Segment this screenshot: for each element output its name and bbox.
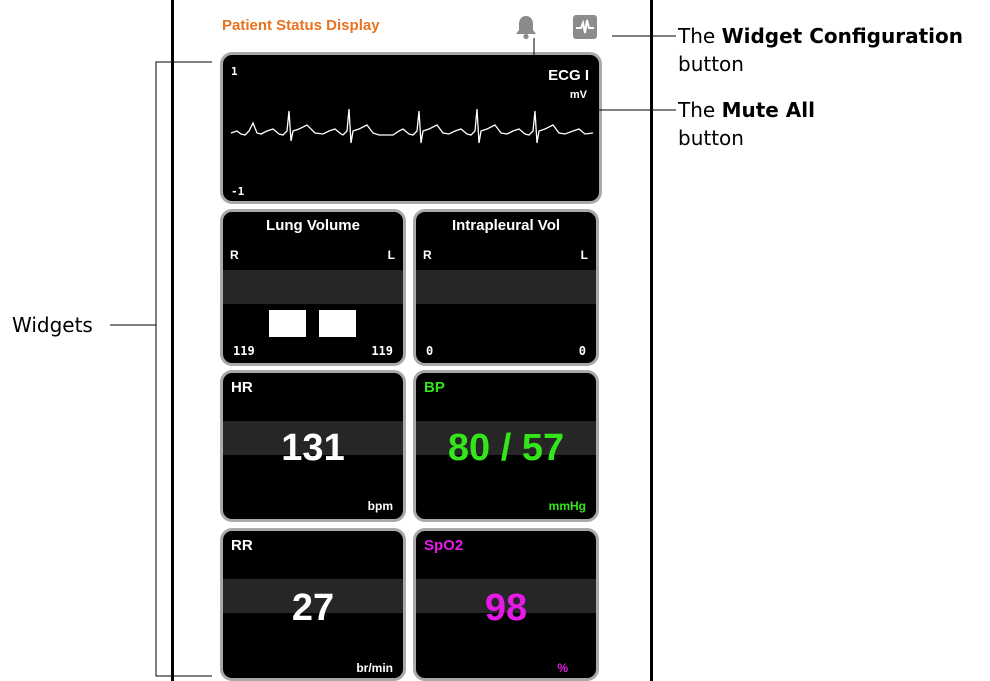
rr-value: 27 <box>291 587 335 629</box>
bp-value: 80 / 57 <box>447 427 565 469</box>
intrapleural-r: R <box>423 248 432 262</box>
waveform-icon <box>573 15 597 39</box>
lung-volume-widget[interactable]: Lung Volume R L 119 119 <box>220 209 406 366</box>
rr-label: RR <box>231 537 253 554</box>
intrapleural-l: L <box>580 248 588 262</box>
ecg-label: ECG I <box>548 67 589 84</box>
hr-value: 131 <box>281 427 345 469</box>
ecg-widget[interactable]: 1 -1 ECG I mV <box>220 52 602 204</box>
ecg-waveform <box>230 108 594 144</box>
lung-volume-value-l: 119 <box>371 344 393 358</box>
mute-pre: The <box>678 98 722 122</box>
panel-left-border <box>171 0 174 681</box>
lung-volume-title: Lung Volume <box>266 217 360 234</box>
band <box>223 270 403 304</box>
rr-unit: br/min <box>356 661 393 675</box>
intrapleural-value-l: 0 <box>578 344 586 358</box>
widget-configuration-callout: The Widget Configuration button <box>678 22 990 78</box>
lung-volume-value-r: 119 <box>233 344 255 358</box>
hr-unit: bpm <box>367 499 393 513</box>
spo2-label: SpO2 <box>424 537 464 554</box>
spo2-widget[interactable]: SpO2 98 % <box>413 528 599 681</box>
spo2-unit: % <box>557 661 568 675</box>
mute-post: button <box>678 126 744 150</box>
widgets-callout: Widgets <box>12 313 93 337</box>
widget-configuration-button[interactable] <box>572 14 598 40</box>
widget-config-bold: Widget Configuration <box>721 24 963 48</box>
intrapleural-value-r: 0 <box>426 344 434 358</box>
ecg-unit: mV <box>569 89 587 101</box>
spo2-value: 98 <box>484 587 528 629</box>
lung-volume-r: R <box>230 248 239 262</box>
bp-label: BP <box>424 379 445 396</box>
rr-widget[interactable]: RR 27 br/min <box>220 528 406 681</box>
bp-unit: mmHg <box>548 499 586 513</box>
ecg-scale-bottom: -1 <box>231 185 245 198</box>
app-title: Patient Status Display <box>222 17 380 34</box>
intrapleural-title: Intrapleural Vol <box>451 217 561 234</box>
hr-widget[interactable]: HR 131 bpm <box>220 370 406 522</box>
mute-all-callout: The Mute All button <box>678 96 978 152</box>
widget-config-pre: The <box>678 24 722 48</box>
mute-bold: Mute All <box>721 98 815 122</box>
mute-all-button[interactable] <box>514 14 538 40</box>
lung-volume-bar-right <box>269 310 306 337</box>
intrapleural-widget[interactable]: Intrapleural Vol R L 0 0 <box>413 209 599 366</box>
ecg-scale-top: 1 <box>231 65 238 78</box>
lung-volume-bar-left <box>319 310 356 337</box>
band <box>416 270 596 304</box>
bell-icon <box>516 16 536 40</box>
hr-label: HR <box>231 379 253 396</box>
lung-volume-l: L <box>387 248 395 262</box>
bp-widget[interactable]: BP 80 / 57 mmHg <box>413 370 599 522</box>
panel-right-border <box>650 0 653 681</box>
widget-config-post: button <box>678 52 744 76</box>
